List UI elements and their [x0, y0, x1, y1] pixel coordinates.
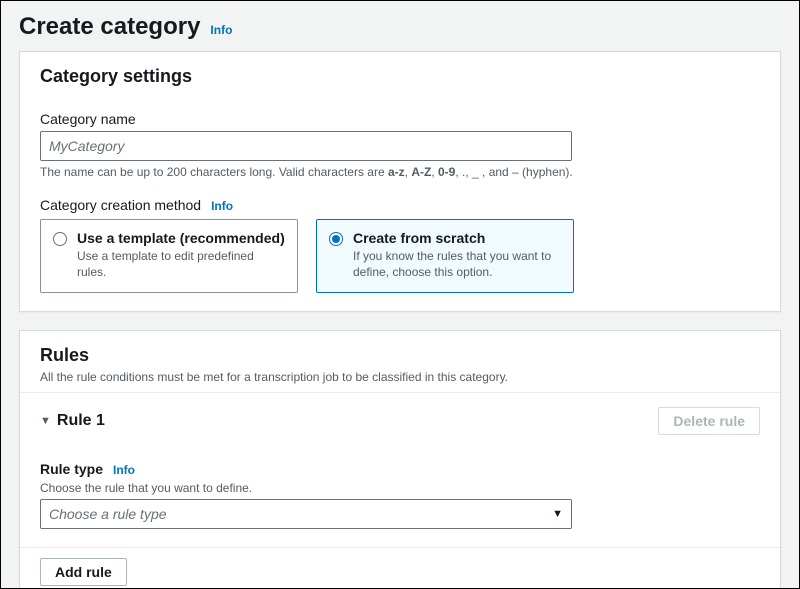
helper-sep2: , — [431, 165, 438, 179]
helper-prefix: The name can be up to 200 characters lon… — [40, 165, 388, 179]
rule-type-info-link[interactable]: Info — [113, 463, 135, 477]
creation-method-options: Use a template (recommended) Use a templ… — [40, 219, 760, 293]
helper-bold-az: a-z — [388, 165, 405, 179]
category-settings-header: Category settings — [20, 52, 780, 95]
category-settings-panel: Category settings Category name The name… — [19, 51, 781, 312]
rules-title: Rules — [40, 345, 760, 366]
option-scratch-content: Create from scratch If you know the rule… — [353, 230, 561, 280]
page-title: Create category — [19, 13, 200, 41]
rule-type-helper: Choose the rule that you want to define. — [40, 481, 760, 495]
rule-type-label-text: Rule type — [40, 461, 103, 477]
rule-1-name: Rule 1 — [57, 412, 105, 430]
page-info-link[interactable]: Info — [210, 23, 232, 37]
category-name-helper: The name can be up to 200 characters lon… — [40, 165, 760, 179]
rules-header: Rules All the rule conditions must be me… — [20, 331, 780, 392]
rule-1-block: ▼ Rule 1 Delete rule Rule type Info Choo… — [20, 392, 780, 547]
helper-suffix: , ., _ , and – (hyphen). — [455, 165, 572, 179]
category-name-label: Category name — [40, 111, 760, 127]
radio-icon — [53, 232, 67, 246]
rule-1-header: ▼ Rule 1 Delete rule — [40, 407, 760, 435]
option-use-template[interactable]: Use a template (recommended) Use a templ… — [40, 219, 298, 293]
page-container: Create category Info Category settings C… — [0, 0, 800, 589]
category-name-input[interactable] — [40, 131, 572, 161]
rule-type-label: Rule type Info — [40, 461, 760, 477]
rules-subtext: All the rule conditions must be met for … — [40, 370, 760, 384]
category-settings-title: Category settings — [40, 66, 760, 87]
option-template-content: Use a template (recommended) Use a templ… — [77, 230, 285, 280]
creation-method-label: Category creation method Info — [40, 197, 760, 213]
helper-bold-AZ: A-Z — [411, 165, 431, 179]
category-settings-body: Category name The name can be up to 200 … — [20, 97, 780, 311]
chevron-down-icon: ▼ — [40, 415, 51, 427]
rule-1-toggle[interactable]: ▼ Rule 1 — [40, 412, 105, 430]
delete-rule-button[interactable]: Delete rule — [658, 407, 760, 435]
rules-panel: Rules All the rule conditions must be me… — [19, 330, 781, 589]
rule-type-placeholder: Choose a rule type — [49, 506, 167, 522]
radio-icon — [329, 232, 343, 246]
creation-method-label-text: Category creation method — [40, 197, 201, 213]
chevron-down-icon: ▼ — [552, 508, 563, 520]
option-template-desc: Use a template to edit predefined rules. — [77, 248, 285, 280]
option-scratch-desc: If you know the rules that you want to d… — [353, 248, 561, 280]
helper-bold-09: 0-9 — [438, 165, 455, 179]
option-create-from-scratch[interactable]: Create from scratch If you know the rule… — [316, 219, 574, 293]
rule-1-body: Rule type Info Choose the rule that you … — [40, 461, 760, 529]
creation-method-section: Category creation method Info Use a temp… — [40, 197, 760, 293]
add-rule-area: Add rule You can add up to 19 more rules… — [20, 547, 780, 589]
rule-type-select[interactable]: Choose a rule type ▼ — [40, 499, 572, 529]
page-header: Create category Info — [19, 7, 781, 51]
add-rule-button[interactable]: Add rule — [40, 558, 127, 586]
creation-method-info-link[interactable]: Info — [211, 199, 233, 213]
option-template-title: Use a template (recommended) — [77, 230, 285, 246]
option-scratch-title: Create from scratch — [353, 230, 561, 246]
